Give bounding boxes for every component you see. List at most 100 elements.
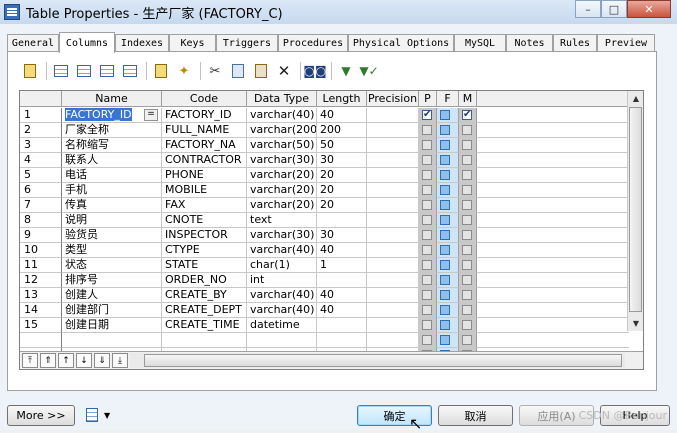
f-checkbox[interactable] — [440, 335, 450, 345]
properties-icon[interactable] — [21, 62, 39, 80]
table-row[interactable]: 15 创建日期 CREATE_TIME datetime — [20, 318, 643, 333]
p-checkbox[interactable] — [422, 108, 432, 122]
cell-type[interactable]: varchar(20) — [247, 198, 317, 213]
cell-precision[interactable] — [367, 198, 419, 213]
m-checkbox[interactable] — [462, 155, 472, 165]
cell-type[interactable]: varchar(30) — [247, 228, 317, 243]
cell-precision[interactable] — [367, 318, 419, 333]
cell-type[interactable]: varchar(20) — [247, 168, 317, 183]
tab-procedures[interactable]: Procedures — [278, 34, 348, 52]
cell-code[interactable]: FULL_NAME — [162, 123, 247, 138]
cell-precision[interactable] — [367, 123, 419, 138]
cell-precision[interactable] — [367, 138, 419, 153]
layout-menu-icon[interactable]: ▼ — [86, 406, 116, 424]
scroll-up-icon[interactable]: ▲ — [628, 91, 643, 106]
minimize-button[interactable]: – — [575, 0, 601, 18]
cell-length[interactable] — [317, 213, 367, 228]
header-p[interactable]: P — [419, 91, 437, 107]
horizontal-scroll-thumb[interactable] — [144, 354, 622, 367]
f-checkbox[interactable] — [440, 320, 450, 330]
row-number[interactable]: 12 — [20, 273, 62, 288]
cell-code[interactable]: INSPECTOR — [162, 228, 247, 243]
table-row[interactable]: 5 电话 PHONE varchar(20) 20 — [20, 168, 643, 183]
cell-type[interactable]: varchar(40) — [247, 108, 317, 123]
selected-name-text[interactable]: FACTORY_ID — [65, 108, 132, 121]
f-checkbox[interactable] — [440, 290, 450, 300]
delete-icon[interactable]: ✕ — [275, 62, 293, 80]
m-checkbox[interactable] — [462, 140, 472, 150]
cell-code[interactable]: CREATE_DEPT — [162, 303, 247, 318]
cell-name[interactable] — [62, 333, 162, 348]
m-checkbox[interactable] — [462, 260, 472, 270]
cut-icon[interactable]: ✂ — [206, 62, 224, 80]
name-code-link-button[interactable]: = — [144, 109, 158, 121]
move-down-icon[interactable]: ↓ — [76, 353, 92, 368]
table-row[interactable]: 13 创建人 CREATE_BY varchar(40) 40 — [20, 288, 643, 303]
cell-length[interactable]: 200 — [317, 123, 367, 138]
cell-code[interactable]: STATE — [162, 258, 247, 273]
f-checkbox[interactable] — [440, 275, 450, 285]
cell-name[interactable]: 说明 — [62, 213, 162, 228]
cell-precision[interactable] — [367, 258, 419, 273]
cell-precision[interactable] — [367, 243, 419, 258]
cell-name[interactable]: 手机 — [62, 183, 162, 198]
p-checkbox[interactable] — [422, 215, 432, 225]
m-checkbox[interactable] — [462, 305, 472, 315]
table-row[interactable]: 12 排序号 ORDER_NO int — [20, 273, 643, 288]
cell-length[interactable]: 50 — [317, 138, 367, 153]
cell-precision[interactable] — [367, 228, 419, 243]
f-checkbox[interactable] — [440, 110, 450, 120]
cell-precision[interactable] — [367, 333, 419, 348]
m-checkbox[interactable] — [462, 185, 472, 195]
find-icon[interactable]: ◙◙ — [303, 62, 326, 80]
cell-code[interactable]: FAX — [162, 198, 247, 213]
cell-name[interactable]: 创建日期 — [62, 318, 162, 333]
row-number[interactable]: 5 — [20, 168, 62, 183]
cell-type[interactable]: varchar(20) — [247, 183, 317, 198]
p-checkbox[interactable] — [422, 170, 432, 180]
row-number[interactable]: 13 — [20, 288, 62, 303]
cell-code[interactable] — [162, 333, 247, 348]
cell-code[interactable]: MOBILE — [162, 183, 247, 198]
cell-length[interactable]: 20 — [317, 183, 367, 198]
move-bottom-icon[interactable]: ⤓ — [112, 353, 128, 368]
header-length[interactable]: Length — [317, 91, 367, 107]
filter-clear-icon[interactable]: ▼✓ — [359, 62, 378, 80]
table-row[interactable]: 9 验货员 INSPECTOR varchar(30) 30 — [20, 228, 643, 243]
cell-length[interactable] — [317, 333, 367, 348]
row-number[interactable] — [20, 333, 62, 348]
f-checkbox[interactable] — [440, 215, 450, 225]
cell-type[interactable]: varchar(40) — [247, 303, 317, 318]
cell-length[interactable] — [317, 273, 367, 288]
row-number[interactable]: 10 — [20, 243, 62, 258]
maximize-button[interactable]: □ — [601, 0, 627, 18]
copy-icon[interactable] — [229, 62, 247, 80]
table-row[interactable]: 6 手机 MOBILE varchar(20) 20 — [20, 183, 643, 198]
m-checkbox[interactable] — [462, 320, 472, 330]
row-number[interactable]: 8 — [20, 213, 62, 228]
table-row[interactable]: 1 FACTORY_ID = FACTORY_ID varchar(40) 40 — [20, 108, 643, 123]
move-top-icon[interactable]: ⤒ — [22, 353, 38, 368]
row-number[interactable]: 3 — [20, 138, 62, 153]
row-number[interactable]: 4 — [20, 153, 62, 168]
cell-type[interactable]: text — [247, 213, 317, 228]
f-checkbox[interactable] — [440, 155, 450, 165]
cell-length[interactable]: 40 — [317, 243, 367, 258]
p-checkbox[interactable] — [422, 230, 432, 240]
move-up-icon[interactable]: ↑ — [58, 353, 74, 368]
cell-code[interactable]: CREATE_BY — [162, 288, 247, 303]
more-button[interactable]: More >> — [7, 405, 75, 426]
f-checkbox[interactable] — [440, 305, 450, 315]
add-row-icon[interactable] — [75, 62, 93, 80]
m-checkbox[interactable] — [462, 275, 472, 285]
tab-physical-options[interactable]: Physical Options — [348, 34, 454, 52]
cell-precision[interactable] — [367, 183, 419, 198]
p-checkbox[interactable] — [422, 140, 432, 150]
p-checkbox[interactable] — [422, 200, 432, 210]
p-checkbox[interactable] — [422, 290, 432, 300]
table-row[interactable]: 2 厂家全称 FULL_NAME varchar(200) 200 — [20, 123, 643, 138]
tab-columns[interactable]: Columns — [59, 32, 115, 53]
cell-precision[interactable] — [367, 273, 419, 288]
header-precision[interactable]: Precision — [367, 91, 419, 107]
cell-length[interactable]: 40 — [317, 288, 367, 303]
